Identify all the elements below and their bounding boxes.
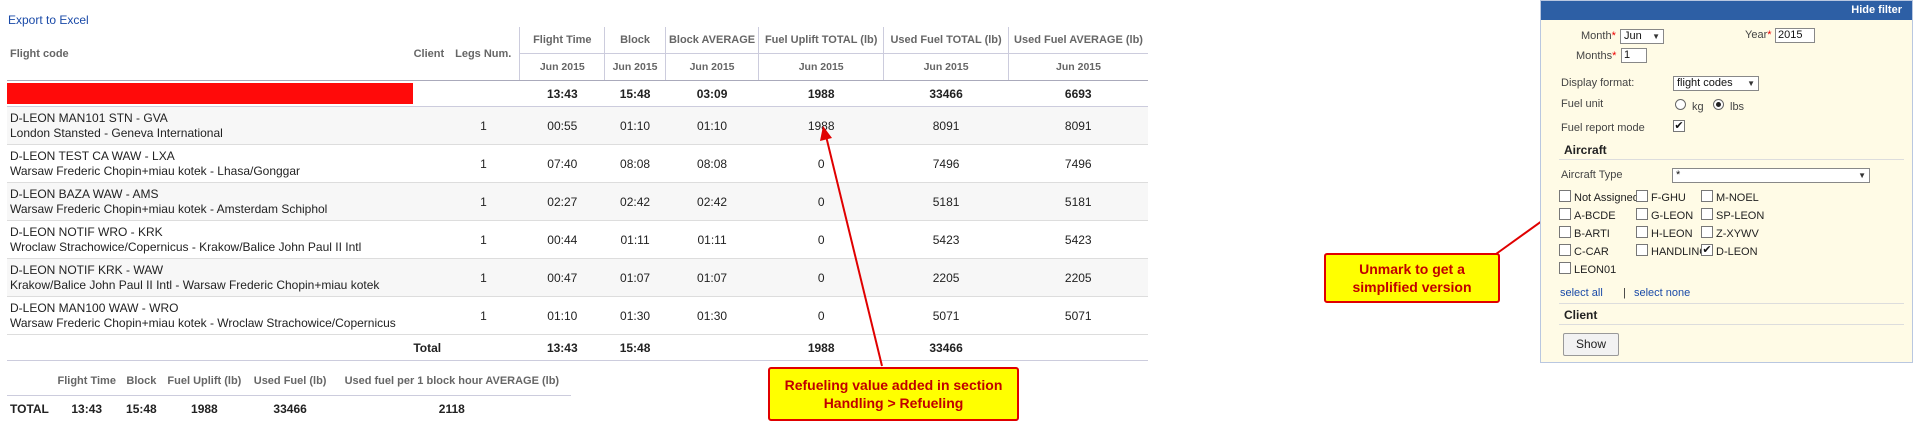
aircraft-label: Not Assigned: [1574, 192, 1639, 204]
aircraft-label: LEON01: [1574, 264, 1617, 276]
month-select[interactable]: Jun ▼: [1620, 29, 1664, 44]
fuel-report-mode-checkbox[interactable]: ✔: [1673, 120, 1685, 132]
aircraft-label: G-LEON: [1651, 210, 1694, 222]
show-button[interactable]: Show: [1563, 333, 1619, 356]
refueling-callout: Refueling value added in section Handlin…: [768, 367, 1019, 421]
unmark-callout: Unmark to get a simplified version: [1324, 253, 1500, 303]
aircraft-checkbox[interactable]: [1701, 208, 1713, 220]
chevron-down-icon: ▼: [1858, 171, 1866, 180]
select-all-link[interactable]: select all: [1560, 287, 1603, 299]
fuel-unit-kg-radio[interactable]: [1675, 99, 1686, 110]
aircraft-label: B-ARTI: [1574, 228, 1610, 240]
filter-panel: Hide filter Month* Jun ▼ Year* 2015 Month…: [1540, 0, 1913, 363]
months-input[interactable]: 1: [1621, 48, 1647, 63]
fuel-unit-label: Fuel unit: [1561, 98, 1604, 110]
chevron-down-icon: ▼: [1652, 32, 1660, 41]
hide-filter-link[interactable]: Hide filter: [1851, 4, 1902, 16]
aircraft-checkbox[interactable]: ✔: [1701, 244, 1713, 256]
display-format-label: Display format:: [1561, 77, 1635, 89]
callout-text: Refueling value added in section: [784, 377, 1003, 393]
divider: [1559, 324, 1904, 325]
aircraft-checkbox[interactable]: [1636, 190, 1648, 202]
aircraft-label: F-GHU: [1651, 192, 1686, 204]
aircraft-label: HANDLING: [1651, 246, 1708, 258]
year-input[interactable]: 2015: [1775, 28, 1815, 43]
aircraft-section-title: Aircraft: [1564, 143, 1607, 157]
fuel-unit-lbs-radio[interactable]: [1713, 99, 1724, 110]
select-none-link[interactable]: select none: [1634, 287, 1690, 299]
fuel-report-mode-label: Fuel report mode: [1561, 122, 1645, 134]
client-section-title: Client: [1564, 308, 1598, 322]
callout-text: simplified version: [1352, 279, 1472, 295]
month-label: Month*: [1581, 30, 1616, 42]
refuel-arrow-line: [825, 135, 883, 367]
aircraft-checkbox[interactable]: [1559, 208, 1571, 220]
fuel-unit-kg-label: kg: [1692, 101, 1704, 113]
aircraft-checkbox[interactable]: [1559, 190, 1571, 202]
callout-text: Unmark to get a: [1359, 261, 1465, 277]
aircraft-checkbox[interactable]: [1559, 262, 1571, 274]
divider: [1559, 159, 1904, 160]
chevron-down-icon: ▼: [1747, 79, 1755, 88]
aircraft-checkbox[interactable]: [1701, 226, 1713, 238]
aircraft-label: SP-LEON: [1716, 210, 1765, 222]
aircraft-label: D-LEON: [1716, 246, 1758, 258]
aircraft-label: C-CAR: [1574, 246, 1609, 258]
aircraft-checkbox[interactable]: [1559, 244, 1571, 256]
aircraft-label: H-LEON: [1651, 228, 1693, 240]
aircraft-type-label: Aircraft Type: [1561, 169, 1623, 181]
aircraft-checkbox[interactable]: [1636, 208, 1648, 220]
aircraft-checkbox[interactable]: [1636, 244, 1648, 256]
refuel-arrow-head: [820, 126, 832, 141]
callout-text: Handling > Refueling: [823, 395, 964, 411]
link-divider: |: [1623, 287, 1626, 299]
aircraft-label: M-NOEL: [1716, 192, 1759, 204]
aircraft-label: A-BCDE: [1574, 210, 1616, 222]
display-format-select[interactable]: flight codes ▼: [1673, 76, 1759, 91]
filter-header: Hide filter: [1541, 1, 1912, 20]
aircraft-label: Z-XYWV: [1716, 228, 1759, 240]
year-label: Year*: [1745, 29, 1772, 41]
aircraft-checkbox[interactable]: [1636, 226, 1648, 238]
months-label: Months*: [1576, 50, 1617, 62]
aircraft-type-select[interactable]: * ▼: [1672, 168, 1870, 183]
fuel-unit-lbs-label: lbs: [1730, 101, 1745, 113]
divider: [1559, 303, 1904, 304]
aircraft-checkbox[interactable]: [1559, 226, 1571, 238]
aircraft-checkbox[interactable]: [1701, 190, 1713, 202]
